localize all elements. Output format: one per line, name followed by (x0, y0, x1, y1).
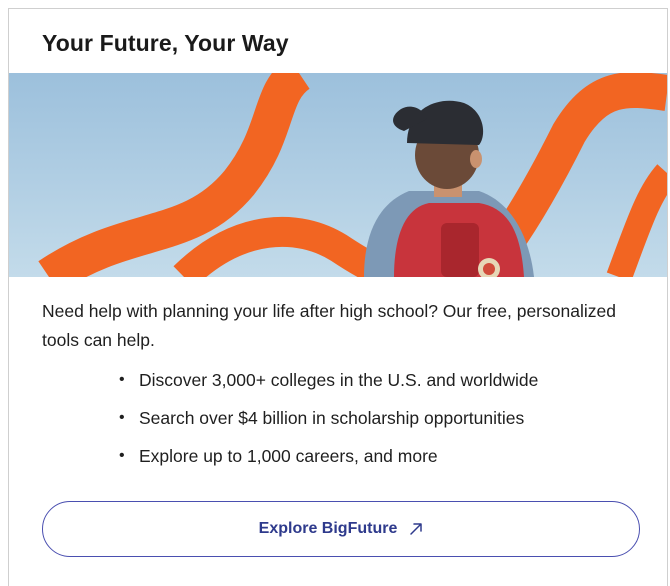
intro-text: Need help with planning your life after … (42, 301, 616, 350)
bullet-icon: • (119, 447, 125, 464)
benefit-item: • Discover 3,000+ colleges in the U.S. a… (115, 366, 538, 404)
benefit-item: • Explore up to 1,000 careers, and more (115, 442, 538, 480)
benefit-text: Discover 3,000+ colleges in the U.S. and… (139, 370, 539, 390)
bullet-icon: • (119, 409, 125, 426)
benefit-text: Search over $4 billion in scholarship op… (139, 408, 525, 428)
card-title: Your Future, Your Way (42, 30, 289, 56)
benefit-text: Explore up to 1,000 careers, and more (139, 446, 438, 466)
bullet-icon: • (119, 371, 125, 388)
cta-label: Explore BigFuture (258, 520, 398, 537)
benefits-list: • Discover 3,000+ colleges in the U.S. a… (115, 366, 538, 480)
hero-image (9, 73, 667, 277)
explore-bigfuture-button[interactable]: Explore BigFuture (42, 501, 640, 557)
promo-card: Your Future, Your Way Need help with pla… (8, 8, 668, 586)
benefit-item: • Search over $4 billion in scholarship … (115, 404, 538, 442)
arrow-up-right-icon (409, 522, 423, 536)
